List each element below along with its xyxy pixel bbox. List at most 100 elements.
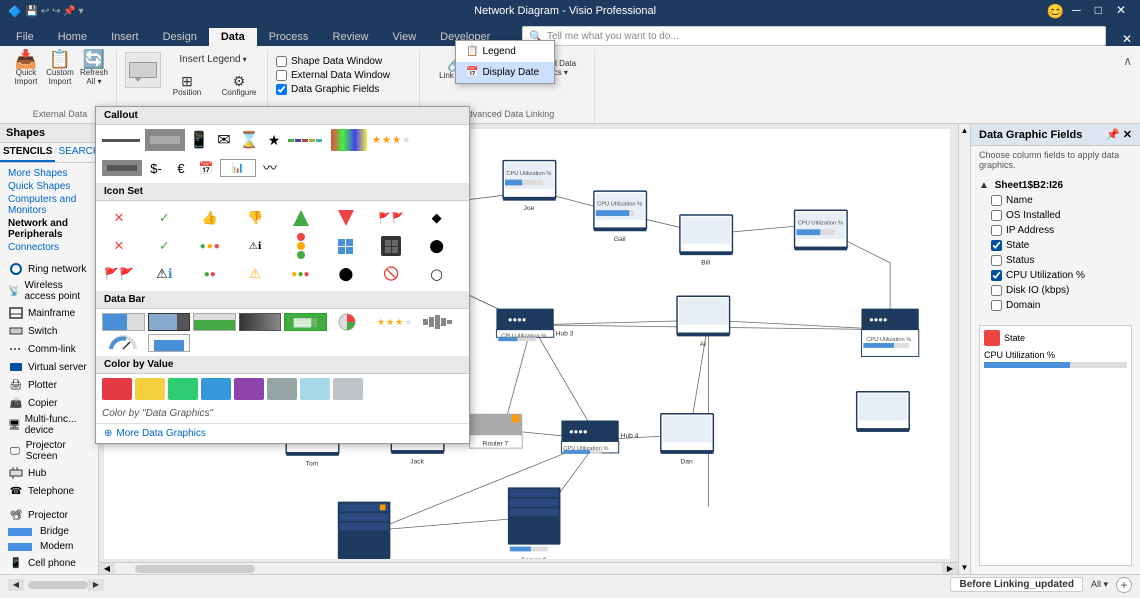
shape-virtual-server[interactable]: Virtual server [4, 358, 94, 376]
cbv-purple[interactable] [234, 378, 264, 400]
callout-line1[interactable] [102, 129, 142, 151]
connectors-link[interactable]: Connectors [4, 241, 94, 254]
databar-5[interactable]: ▓▓▓░ [284, 313, 327, 331]
field-state-checkbox[interactable] [991, 240, 1002, 251]
tab-process[interactable]: Process [257, 28, 321, 46]
field-status[interactable]: Status [975, 253, 1136, 268]
icon-x[interactable]: ✕ [102, 205, 136, 231]
tab-stencils[interactable]: STENCILS [0, 143, 55, 162]
icon-yellow-set[interactable]: ● ● ● [284, 261, 318, 287]
scroll-right-arrow[interactable]: ▶ [942, 563, 958, 575]
icon-dark-circle[interactable]: ⬤ [329, 261, 363, 287]
tab-search[interactable]: SEARCH [55, 143, 99, 162]
node-router7[interactable]: Router 7 [470, 414, 523, 448]
icon-check[interactable]: ✓ [147, 205, 181, 231]
callout-calendar[interactable]: 📅 [195, 157, 217, 179]
node-server1[interactable]: Server 1 [338, 502, 391, 559]
refresh-all-btn[interactable]: 🔄 RefreshAll ▾ [78, 52, 110, 84]
icon-traffic-lights[interactable] [284, 233, 318, 259]
shape-bridge[interactable]: Bridge [4, 524, 94, 539]
display-date-option[interactable]: 📅 Display Date [456, 62, 554, 83]
icon-crossout[interactable]: 🚫 [374, 261, 408, 287]
field-state[interactable]: State [975, 238, 1136, 253]
callout-line2[interactable] [288, 129, 328, 151]
field-disk-io[interactable]: Disk IO (kbps) [975, 283, 1136, 298]
quick-access[interactable]: 💾 ↩ ↪ 📌 ▾ [26, 6, 84, 17]
shape-multi-func[interactable]: 🖥 Multi-func... device [4, 412, 94, 438]
custom-import-btn[interactable]: 📋 CustomImport [44, 52, 76, 84]
node-big-hub[interactable]: ●●●● CPU Utilization % [861, 309, 918, 357]
external-data-window-checkbox[interactable]: External Data Window [276, 70, 390, 81]
tab-design[interactable]: Design [151, 28, 209, 46]
field-os-checkbox[interactable] [991, 210, 1002, 221]
icon-warning-yellow[interactable]: ⚠ [238, 261, 272, 287]
legend-dropdown-arrow[interactable]: ▾ [243, 55, 247, 64]
callout-chart[interactable]: 📊 [220, 159, 256, 177]
data-graphic-fields-input[interactable] [276, 84, 287, 95]
icon-circles[interactable]: ●●● [193, 233, 227, 259]
callout-euro[interactable]: € [170, 157, 192, 179]
h-scroll-thumb[interactable] [135, 565, 255, 573]
tab-review[interactable]: Review [320, 28, 380, 46]
cbv-green[interactable] [168, 378, 198, 400]
callout-stars[interactable]: ★ ★ ★ ★ [370, 133, 413, 148]
cbv-silver[interactable] [333, 378, 363, 400]
shape-projector[interactable]: 📽 Projector [4, 506, 94, 524]
icon-thumbdown[interactable]: 👎 [238, 205, 272, 231]
network-peripherals-link[interactable]: Network and Peripherals [4, 217, 94, 241]
more-data-graphics-link[interactable]: ⊕ More Data Graphics [96, 424, 469, 443]
icon-circle-x[interactable]: ✕ [102, 233, 136, 259]
icon-dark-set[interactable] [374, 233, 408, 259]
icon-flag-color[interactable]: 🚩 🚩 [102, 261, 136, 287]
ribbon-search[interactable]: 🔍 Tell me what you want to do... [522, 26, 1106, 46]
scroll-up-arrow[interactable]: ▲ [959, 124, 970, 137]
callout-hourglass[interactable]: ⌛ [238, 129, 260, 151]
maximize-btn[interactable]: □ [1089, 3, 1108, 20]
tab-file[interactable]: File [4, 28, 46, 46]
databar-1[interactable] [102, 313, 145, 331]
databar-4[interactable] [239, 313, 282, 331]
shape-cell-phone[interactable]: 📱 Cell phone [4, 554, 94, 572]
icon-thumbup[interactable]: 👍 [193, 205, 227, 231]
callout-dark-bar[interactable] [102, 160, 142, 176]
legend-option[interactable]: 📋 Legend [456, 41, 554, 62]
ribbon-close-icon[interactable]: ✕ [1114, 32, 1140, 46]
node-far-server[interactable] [857, 392, 910, 432]
icon-arrows-down[interactable] [329, 205, 363, 231]
shape-wireless-access-point[interactable]: 📡 Wireless access point [4, 278, 94, 304]
tab-view[interactable]: View [381, 28, 429, 46]
icon-circle-check[interactable]: ✓ [147, 233, 181, 259]
bottom-scroll-left[interactable]: ◀ [8, 579, 24, 591]
tree-root-node[interactable]: ▲ Sheet1$B2:I26 [975, 178, 1136, 193]
computers-monitors-link[interactable]: Computers and Monitors [4, 193, 94, 217]
tab-home[interactable]: Home [46, 28, 99, 46]
shape-telephone[interactable]: ☎ Telephone [4, 482, 94, 500]
position-btn[interactable]: ⊞ Position [165, 69, 209, 101]
callout-bar[interactable] [145, 129, 185, 151]
right-panel-pin-icon[interactable]: 📌 [1106, 128, 1120, 141]
status-tab-before-linking[interactable]: Before Linking_updated [950, 577, 1082, 592]
icon-warning-set[interactable]: ⚠ℹ [238, 233, 272, 259]
scroll-down-arrow[interactable]: ▼ [959, 561, 970, 574]
cbv-blue[interactable] [201, 378, 231, 400]
tab-data[interactable]: Data [209, 28, 257, 46]
external-data-window-input[interactable] [276, 70, 287, 81]
databar-2[interactable] [148, 313, 191, 331]
bottom-scroll-right[interactable]: ▶ [88, 579, 104, 591]
cbv-yellow[interactable] [135, 378, 165, 400]
icon-circle-gray[interactable]: ⬤ [420, 233, 454, 259]
tab-insert[interactable]: Insert [99, 28, 151, 46]
field-cpu-checkbox[interactable] [991, 270, 1002, 281]
icon-flag-set[interactable]: 🚩🚩 [374, 205, 408, 231]
field-name[interactable]: Name [975, 193, 1136, 208]
field-cpu-util[interactable]: CPU Utilization % [975, 268, 1136, 283]
close-btn[interactable]: ✕ [1110, 3, 1132, 20]
icon-circles-2[interactable]: ● ● [193, 261, 227, 287]
quick-shapes-link[interactable]: Quick Shapes [4, 180, 94, 193]
databar-gauge[interactable] [102, 334, 145, 352]
scroll-left-arrow[interactable]: ◀ [99, 563, 115, 575]
cbv-lightblue[interactable] [300, 378, 330, 400]
callout-phone[interactable]: 📱 [188, 129, 210, 151]
shape-plotter[interactable]: 🖨 Plotter [4, 376, 94, 394]
shape-data-window-checkbox[interactable]: Shape Data Window [276, 56, 390, 67]
